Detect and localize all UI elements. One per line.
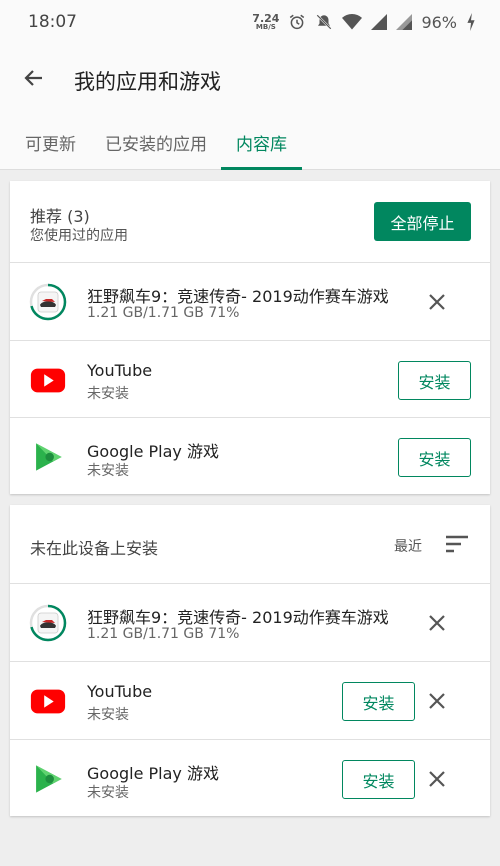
install-button[interactable]: 安装 [398,361,471,400]
tab-indicator [221,167,302,170]
close-icon [429,615,445,631]
net-speed-unit: MB/S [255,23,276,31]
mute-icon [316,14,332,30]
recommended-subtitle: 您使用过的应用 [30,228,128,244]
tab-updates[interactable]: 可更新 [25,130,76,155]
asphalt-game-icon [28,282,68,322]
app-name: YouTube [87,682,153,701]
page-title: 我的应用和游戏 [74,70,221,94]
stop-all-button[interactable]: 全部停止 [374,202,471,241]
install-button[interactable]: 安装 [398,438,471,477]
cancel-download-button[interactable] [423,288,451,316]
status-bar: 18:07 7.24 MB/S 96% [0,0,500,44]
list-item[interactable]: 狂野飙车9：竞速传奇- 2019动作赛车游戏 1.21 GB/1.71 GB 7… [10,262,490,340]
asphalt-game-icon [28,603,68,643]
app-name: 狂野飙车9：竞速传奇- 2019动作赛车游戏 [87,608,389,627]
app-name: Google Play 游戏 [87,442,219,461]
wifi-icon [342,14,363,30]
list-item[interactable]: Google Play 游戏 未安装 安装 [10,417,490,494]
net-speed: 7.24 MB/S [252,13,279,31]
app-name: Google Play 游戏 [87,764,219,783]
status-icons: 7.24 MB/S 96% [252,10,476,34]
tab-library[interactable]: 内容库 [236,130,287,155]
recommended-card: 推荐 (3) 您使用过的应用 全部停止 狂野飙车9：竞速传奇- 2019动作赛车… [10,181,490,494]
status-time: 18:07 [28,12,77,32]
app-status: 未安装 [87,707,129,723]
cancel-download-button[interactable] [423,609,451,637]
sort-label[interactable]: 最近 [394,536,422,556]
youtube-icon [28,681,68,721]
app-download-status: 1.21 GB/1.71 GB 71% [87,305,240,321]
app-name: 狂野飙车9：竞速传奇- 2019动作赛车游戏 [87,287,389,306]
battery-charging-icon [467,13,475,31]
sort-icon[interactable] [444,532,470,556]
back-button[interactable] [18,62,50,94]
list-item[interactable]: Google Play 游戏 未安装 安装 [10,739,490,816]
recommended-title: 推荐 (3) [30,207,90,226]
not-installed-title: 未在此设备上安装 [30,539,159,558]
youtube-icon [28,360,68,400]
play-games-icon [28,759,68,799]
not-installed-card: 未在此设备上安装 最近 狂野飙车9：竞速传奇- 2019动作赛车游戏 1.21 … [10,505,490,816]
back-arrow-icon [24,70,42,86]
list-item[interactable]: 狂野飙车9：竞速传奇- 2019动作赛车游戏 1.21 GB/1.71 GB 7… [10,583,490,661]
battery-percent: 96% [421,12,457,32]
app-status: 未安装 [87,785,129,801]
app-bar: 我的应用和游戏 [0,44,500,112]
app-status: 未安装 [87,463,129,479]
close-icon [429,294,445,310]
tab-bar: 可更新 已安装的应用 内容库 [0,112,500,170]
remove-from-library-button[interactable] [423,687,451,715]
app-download-status: 1.21 GB/1.71 GB 71% [87,626,240,642]
alarm-icon [290,14,305,30]
app-status: 未安装 [87,386,129,402]
install-button[interactable]: 安装 [342,760,415,799]
list-item[interactable]: YouTube 未安装 安装 [10,340,490,417]
signal-icon [396,14,413,30]
remove-from-library-button[interactable] [423,765,451,793]
signal-icon [371,14,388,30]
close-icon [429,771,445,787]
install-button[interactable]: 安装 [342,682,415,721]
close-icon [429,693,445,709]
app-name: YouTube [87,361,153,380]
list-item[interactable]: YouTube 未安装 安装 [10,661,490,739]
tab-installed[interactable]: 已安装的应用 [105,130,207,155]
play-games-icon [28,437,68,477]
